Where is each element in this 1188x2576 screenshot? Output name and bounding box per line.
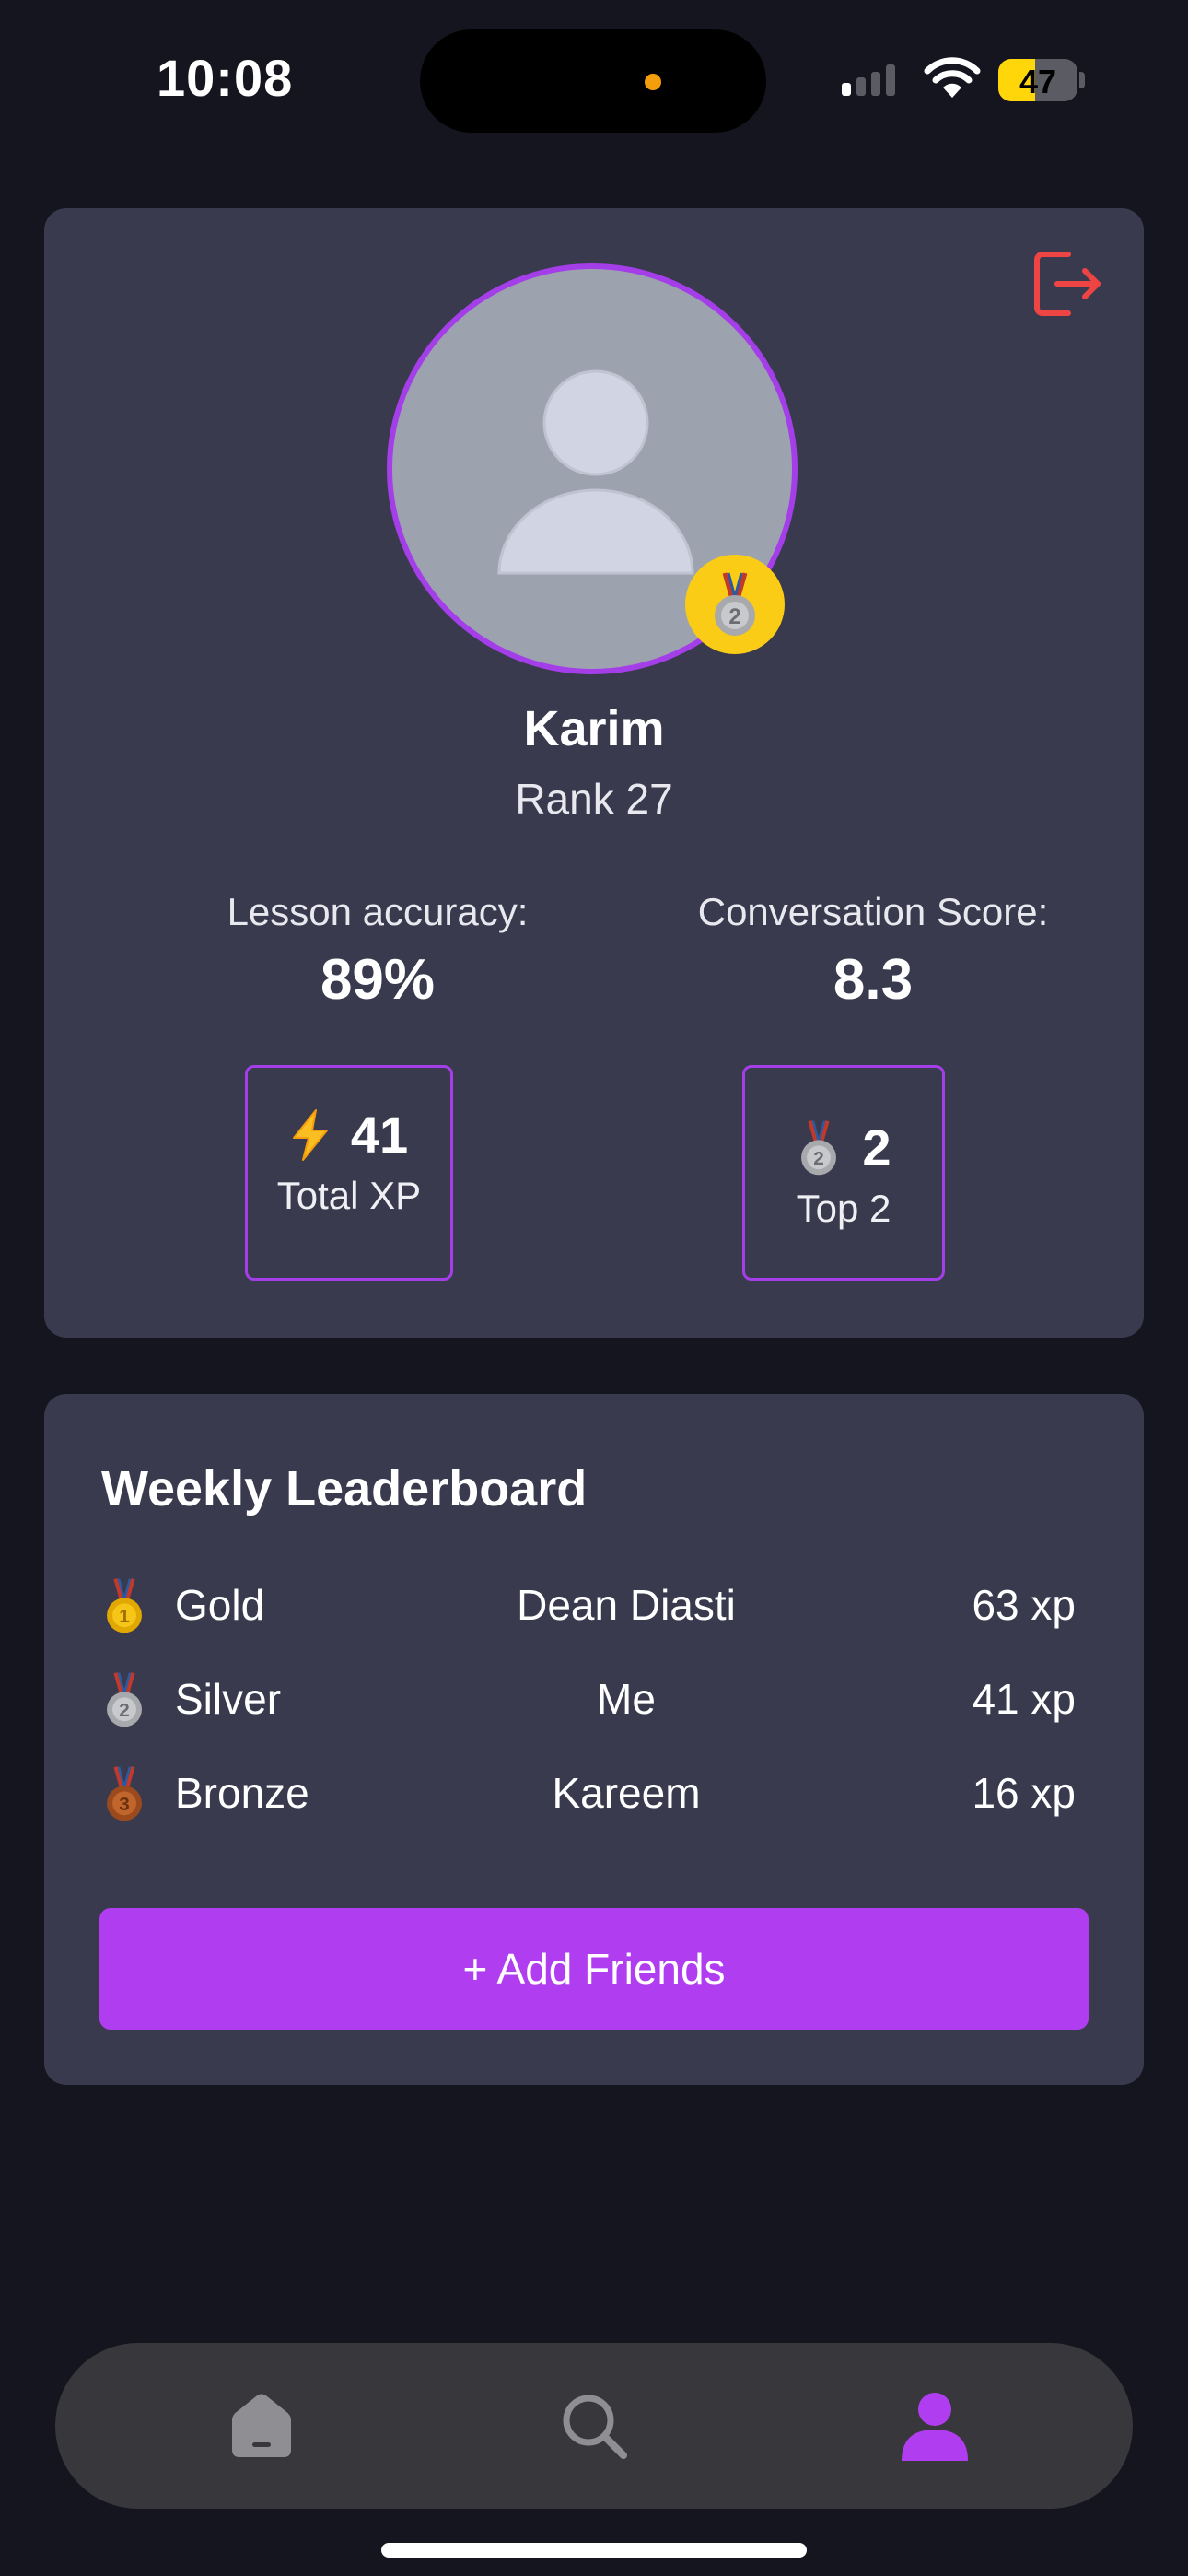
- svg-text:2: 2: [728, 604, 740, 629]
- conversation-score-stat: Conversation Score: 8.3: [634, 890, 1112, 1013]
- leaderboard-name: Me: [597, 1675, 656, 1723]
- svg-text:2: 2: [119, 1700, 130, 1721]
- tab-home[interactable]: [215, 2380, 308, 2472]
- total-xp-box: 41 Total XP: [245, 1065, 453, 1281]
- leaderboard-card: Weekly Leaderboard 1 Gold Dean Diasti 63…: [44, 1394, 1144, 2085]
- silver-medal-icon: 2: [715, 572, 755, 636]
- leaderboard-tier: Silver: [175, 1675, 282, 1723]
- battery-indicator: 47: [998, 59, 1077, 101]
- leaderboard-xp: 41 xp: [972, 1675, 1076, 1723]
- total-xp-label: Total XP: [276, 1174, 422, 1217]
- profile-card: 2 Karim Rank 27 Lesson accuracy: 89% Con…: [44, 208, 1144, 1338]
- svg-text:1: 1: [119, 1606, 130, 1627]
- wifi-icon: [924, 57, 981, 98]
- profile-icon: [902, 2393, 968, 2461]
- leaderboard-row-gold: 1 Gold Dean Diasti 63 xp: [101, 1569, 1133, 1643]
- leaderboard-title: Weekly Leaderboard: [101, 1461, 588, 1516]
- stat-label: Lesson accuracy:: [227, 890, 529, 933]
- lightning-icon: [292, 1108, 328, 1161]
- status-time: 10:08: [157, 49, 294, 107]
- top-rank-label: Top 2: [796, 1187, 891, 1230]
- battery-tip: [1079, 72, 1085, 88]
- stat-value: 8.3: [833, 948, 914, 1012]
- tab-search[interactable]: [548, 2380, 640, 2472]
- top-rank-box: 2 2 Top 2: [742, 1065, 945, 1281]
- leaderboard-tier: Gold: [175, 1581, 265, 1629]
- home-icon: [232, 2394, 291, 2457]
- tab-bar: [55, 2343, 1133, 2509]
- top-rank-value: 2: [862, 1118, 891, 1177]
- leaderboard-tier: Bronze: [175, 1769, 309, 1817]
- privacy-indicator-dot: [645, 74, 661, 90]
- battery-percentage: 47: [1019, 63, 1057, 100]
- add-friends-button[interactable]: + Add Friends: [99, 1908, 1089, 2030]
- leaderboard-name: Kareem: [552, 1769, 701, 1817]
- dynamic-island: [420, 29, 766, 133]
- leaderboard-name: Dean Diasti: [517, 1581, 736, 1629]
- lesson-accuracy-stat: Lesson accuracy: 89%: [138, 890, 617, 1013]
- profile-name: Karim: [523, 701, 665, 756]
- silver-medal-icon: 2: [107, 1672, 142, 1727]
- search-icon: [563, 2395, 627, 2459]
- profile-rank: Rank 27: [515, 775, 673, 823]
- rank-badge: 2: [685, 555, 785, 654]
- gold-medal-icon: 1: [107, 1578, 142, 1633]
- leaderboard-xp: 16 xp: [972, 1769, 1076, 1817]
- home-indicator[interactable]: [381, 2543, 807, 2558]
- leaderboard-row-bronze: 3 Bronze Kareem 16 xp: [101, 1757, 1133, 1831]
- stat-label: Conversation Score:: [697, 890, 1049, 933]
- leaderboard-row-silver: 2 Silver Me 41 xp: [101, 1663, 1133, 1737]
- stat-value: 89%: [320, 948, 436, 1012]
- silver-medal-icon: 2: [801, 1119, 837, 1175]
- total-xp-value: 41: [350, 1106, 409, 1164]
- leaderboard-xp: 63 xp: [972, 1581, 1076, 1629]
- cellular-signal-icon: [842, 64, 895, 96]
- logout-icon[interactable]: [1030, 247, 1103, 321]
- svg-text:3: 3: [119, 1794, 130, 1815]
- tab-profile[interactable]: [889, 2380, 981, 2472]
- bronze-medal-icon: 3: [107, 1766, 142, 1821]
- svg-text:2: 2: [814, 1148, 825, 1169]
